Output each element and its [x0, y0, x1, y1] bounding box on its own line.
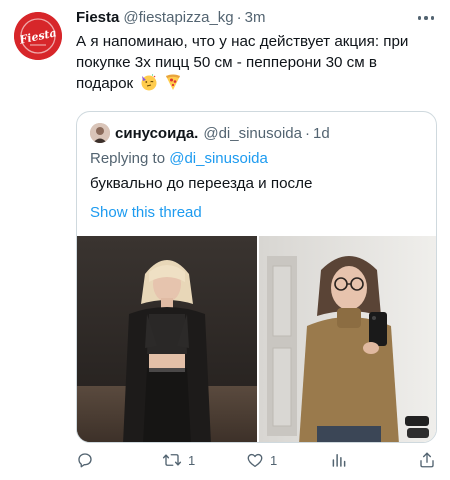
- photo-before[interactable]: [77, 236, 257, 442]
- retweet-button[interactable]: 1: [162, 448, 195, 472]
- quote-text: буквально до переезда и после: [90, 175, 313, 192]
- fiesta-logo-avatar[interactable]: Fiesta: [14, 12, 62, 60]
- analytics-icon: [332, 454, 346, 467]
- reply-button[interactable]: [76, 448, 100, 472]
- quote-avatar[interactable]: [90, 123, 110, 143]
- separator-dot: ·: [236, 9, 242, 26]
- tweet-header: Fiesta @fiestapizza_kg · 3m: [76, 9, 265, 29]
- reply-icon: [78, 453, 92, 468]
- photo-after[interactable]: [258, 236, 436, 442]
- show-thread-link[interactable]: Show this thread: [90, 204, 202, 221]
- quoted-tweet[interactable]: синусоида. @di_sinusoida · 1d Replying t…: [76, 111, 437, 443]
- author-name[interactable]: Fiesta: [76, 9, 119, 26]
- retweet-count: 1: [188, 452, 196, 468]
- more-options-icon[interactable]: [414, 10, 438, 26]
- like-count: 1: [270, 452, 278, 468]
- analytics-button[interactable]: [330, 448, 348, 472]
- like-button[interactable]: 1: [246, 448, 277, 472]
- retweet-icon: [162, 454, 182, 466]
- replying-handle-link[interactable]: @di_sinusoida: [169, 150, 268, 167]
- quote-author-name[interactable]: синусоида.: [115, 125, 198, 142]
- quote-separator: ·: [304, 124, 310, 142]
- tweet-actions: 1 1: [76, 448, 446, 472]
- pizza-icon: [164, 73, 182, 97]
- quote-author-handle[interactable]: @di_sinusoida: [203, 125, 302, 142]
- tweet-text: А я напоминаю, что у нас действует акция…: [76, 31, 436, 97]
- share-icon: [420, 452, 434, 468]
- tweet-text-body: А я напоминаю, что у нас действует акция…: [76, 33, 409, 92]
- quote-time[interactable]: 1d: [313, 125, 330, 142]
- like-icon: [247, 453, 263, 468]
- partying-face-icon: [140, 73, 158, 97]
- tweet[interactable]: Fiesta Fiesta @fiestapizza_kg · 3m А я н…: [0, 0, 450, 480]
- share-button[interactable]: [418, 448, 436, 472]
- tweet-time[interactable]: 3m: [245, 9, 266, 26]
- replying-label: Replying to: [90, 150, 166, 167]
- author-handle[interactable]: @fiestapizza_kg: [123, 9, 233, 26]
- quote-header: синусоида. @di_sinusoida · 1d: [90, 123, 330, 143]
- replying-to: Replying to @di_sinusoida: [90, 150, 268, 167]
- quote-photos: [77, 236, 436, 442]
